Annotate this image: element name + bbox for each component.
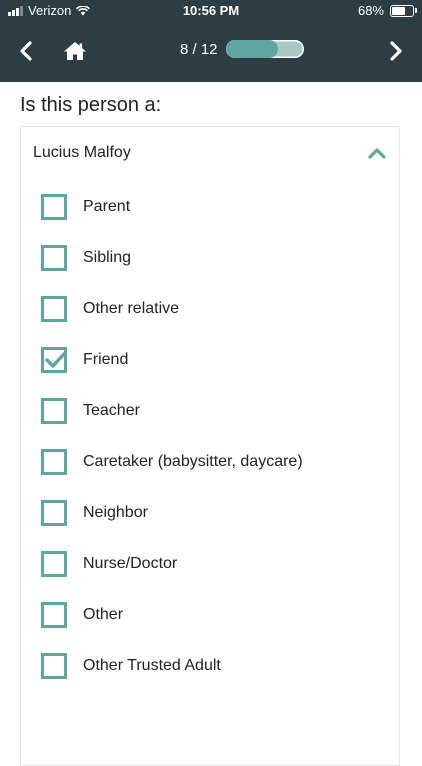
progress-fill [225, 40, 278, 58]
chevron-left-icon [20, 41, 32, 61]
option-other[interactable]: Other [41, 589, 391, 640]
option-nurse-doctor[interactable]: Nurse/Doctor [41, 538, 391, 589]
option-sibling[interactable]: Sibling [41, 232, 391, 283]
checkbox[interactable] [41, 601, 67, 628]
option-teacher[interactable]: Teacher [41, 385, 391, 436]
app-header: Verizon 10:56 PM 68% 8 / 12 [0, 0, 422, 82]
person-card-header[interactable]: Lucius Malfoy [21, 127, 399, 179]
option-label: Sibling [83, 248, 132, 266]
next-button[interactable] [380, 36, 410, 66]
person-card: Lucius Malfoy Parent Sibling Other relativ… [20, 126, 400, 766]
checkbox[interactable] [41, 652, 67, 679]
status-right: 68% [357, 3, 417, 18]
checkmark-icon [45, 351, 65, 368]
home-icon [64, 42, 86, 60]
option-label: Other [83, 605, 124, 623]
checkbox[interactable] [41, 550, 67, 577]
option-label: Neighbor [83, 503, 148, 521]
status-bar: Verizon 10:56 PM 68% [0, 0, 422, 22]
battery-icon [390, 4, 417, 17]
checkbox[interactable] [41, 499, 67, 526]
progress-bar [225, 40, 304, 58]
relationship-options: Parent Sibling Other relative Friend Teacher… [41, 181, 391, 691]
battery-percent: 68% [357, 3, 384, 18]
back-button[interactable] [12, 36, 42, 66]
progress-text: 8 / 12 [180, 40, 218, 58]
option-neighbor[interactable]: Neighbor [41, 487, 391, 538]
person-name: Lucius Malfoy [33, 144, 131, 161]
checkbox[interactable] [41, 448, 67, 475]
checkbox[interactable] [41, 193, 67, 220]
nav-bar: 8 / 12 [0, 22, 422, 82]
progress-indicator: 8 / 12 [180, 40, 304, 58]
option-label: Teacher [83, 401, 140, 419]
option-other-trusted-adult[interactable]: Other Trusted Adult [41, 640, 391, 691]
option-label: Caretaker (babysitter, daycare) [83, 452, 303, 470]
chevron-right-icon [390, 41, 402, 61]
option-label: Friend [83, 350, 129, 368]
option-parent[interactable]: Parent [41, 181, 391, 232]
option-label: Nurse/Doctor [83, 554, 178, 572]
option-caretaker-babysitter-daycare[interactable]: Caretaker (babysitter, daycare) [41, 436, 391, 487]
option-other-relative[interactable]: Other relative [41, 283, 391, 334]
checkbox[interactable] [41, 295, 67, 322]
option-label: Parent [83, 197, 131, 215]
option-friend[interactable]: Friend [41, 334, 391, 385]
option-label: Other relative [83, 299, 180, 317]
checkbox[interactable] [41, 346, 67, 373]
chevron-up-icon [368, 148, 386, 159]
question-title: Is this person a: [20, 94, 162, 116]
option-label: Other Trusted Adult [83, 656, 221, 674]
checkbox[interactable] [41, 244, 67, 271]
home-button[interactable] [60, 36, 90, 66]
checkbox[interactable] [41, 397, 67, 424]
